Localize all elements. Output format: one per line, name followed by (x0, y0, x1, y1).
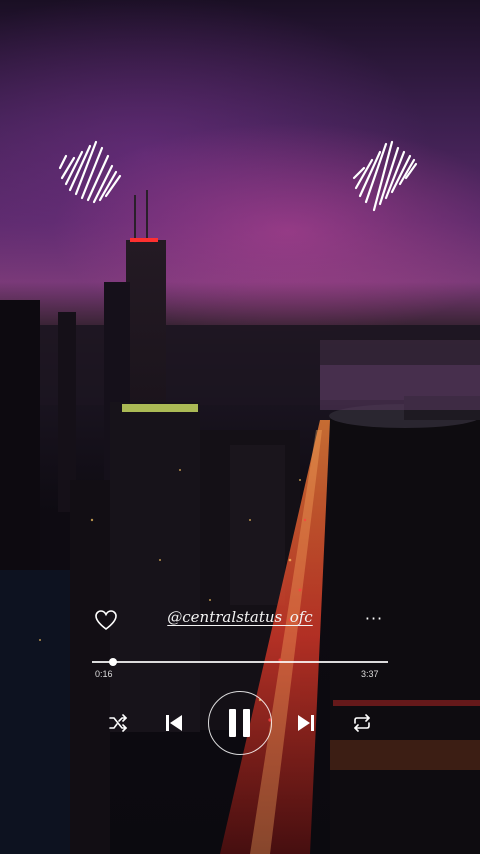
progress-knob[interactable] (108, 658, 117, 666)
shuffle-icon[interactable] (108, 714, 128, 732)
channel-username[interactable]: @centralstatus_ofc (160, 608, 320, 626)
progress-track[interactable] (92, 661, 388, 663)
track-duration: 3:37 (361, 669, 379, 679)
current-time: 0:16 (95, 669, 113, 679)
pause-button[interactable] (208, 691, 272, 755)
skip-next-icon[interactable] (296, 713, 316, 733)
skip-previous-icon[interactable] (164, 713, 184, 733)
pause-icon-bar-left (229, 709, 236, 737)
audio-waveform-icon-left (58, 140, 122, 204)
heart-outline-icon[interactable] (94, 609, 118, 631)
repeat-icon[interactable] (352, 714, 372, 732)
audio-waveform-icon-right (352, 140, 418, 212)
pause-icon-bar-right (243, 709, 250, 737)
more-options-button[interactable]: ··· (362, 610, 386, 630)
